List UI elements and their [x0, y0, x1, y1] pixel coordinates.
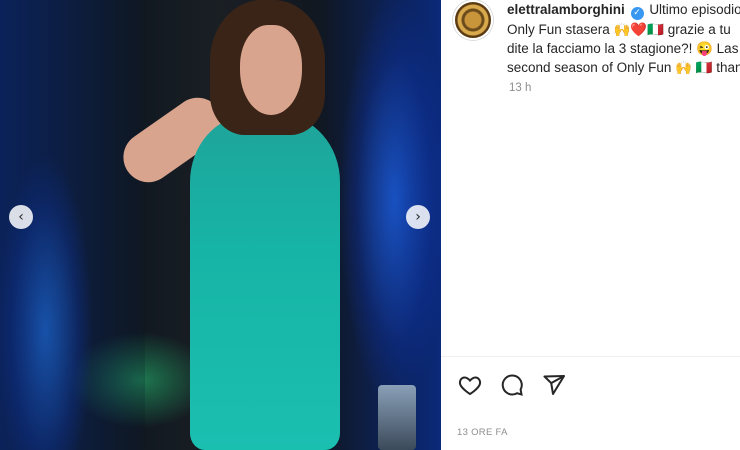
carousel-prev-button[interactable]: ‹	[9, 205, 33, 229]
comment-icon	[501, 374, 523, 396]
chevron-right-icon: ›	[415, 209, 421, 225]
carousel-next-button[interactable]: ›	[406, 205, 430, 229]
like-button[interactable]	[457, 372, 483, 398]
share-icon	[543, 375, 565, 395]
caption-line-3: dite la facciamo la 3 stagione?! 😜 Las	[507, 41, 739, 56]
action-bar	[457, 372, 567, 398]
divider	[441, 356, 740, 357]
heart-icon	[458, 376, 482, 396]
caption-line-2: Only Fun stasera 🙌❤️🇮🇹 grazie a tu	[507, 22, 731, 37]
avatar[interactable]	[453, 0, 493, 40]
relative-time[interactable]: 13 h	[509, 82, 531, 94]
figure-green-dress	[190, 115, 340, 450]
caption-row: elettralamborghini ✓ Ultimo episodio Onl…	[453, 0, 740, 77]
share-button[interactable]	[541, 372, 567, 398]
figure-face	[240, 25, 302, 115]
chevron-left-icon: ‹	[18, 209, 24, 225]
caption-line-4: second season of Only Fun 🙌 🇮🇹 than	[507, 60, 740, 75]
caption: elettralamborghini ✓ Ultimo episodio Onl…	[507, 0, 740, 77]
caption-line-1: Ultimo episodio	[649, 2, 740, 17]
post-side-panel: elettralamborghini ✓ Ultimo episodio Onl…	[441, 0, 740, 450]
post-timestamp[interactable]: 13 ORE FA	[457, 427, 508, 438]
comment-button[interactable]	[499, 372, 525, 398]
username-link[interactable]: elettralamborghini	[507, 2, 625, 17]
verified-badge-icon: ✓	[630, 7, 644, 20]
stage-light	[378, 385, 416, 450]
post-media[interactable]: ‹ ›	[0, 0, 441, 450]
